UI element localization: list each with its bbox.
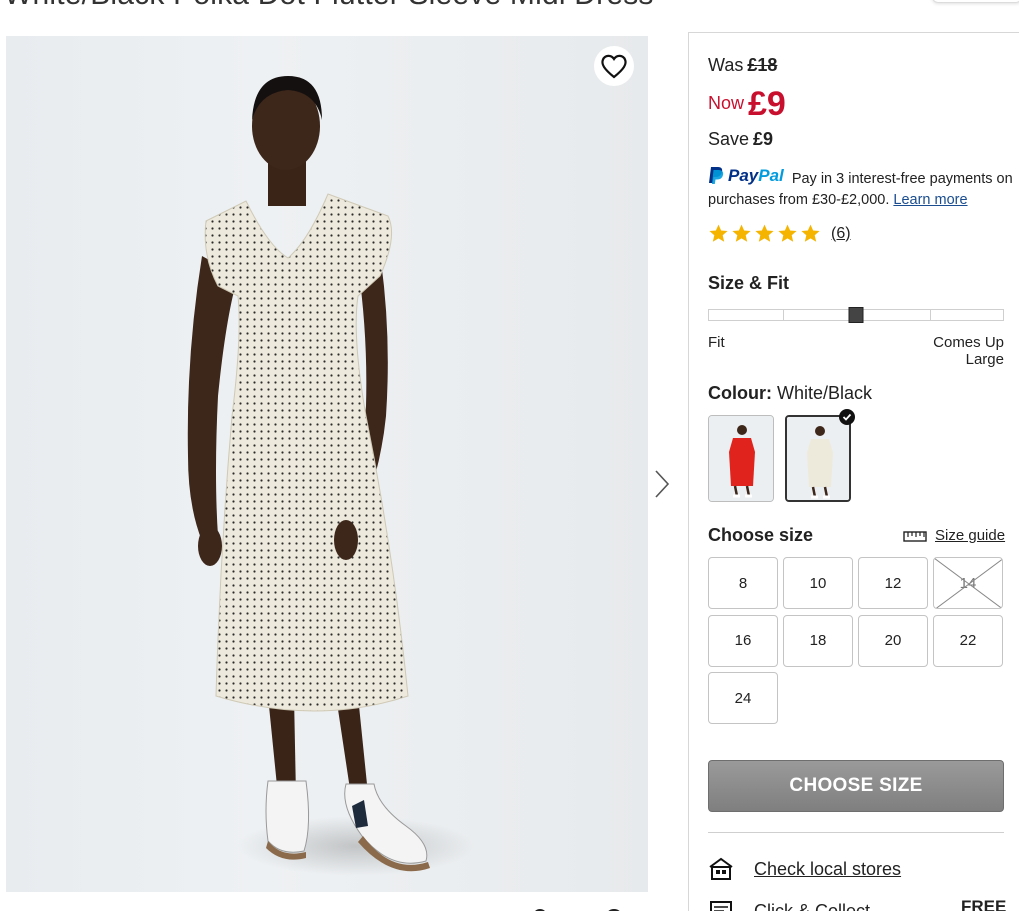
size-option-14[interactable]: 14: [933, 557, 1003, 609]
was-price: Was £18: [708, 55, 777, 76]
size-option-8[interactable]: 8: [708, 557, 778, 609]
gallery-toolbar: [530, 902, 630, 911]
star-icon: [801, 224, 820, 242]
click-collect-row[interactable]: Click & Collect: [708, 899, 870, 911]
chevron-right-icon: [655, 470, 670, 498]
paypal-message: PayPal Pay in 3 interest-free payments o…: [708, 165, 1013, 211]
next-image-button[interactable]: [651, 466, 673, 502]
size-option-24[interactable]: 24: [708, 672, 778, 724]
store-icon: [709, 857, 733, 880]
ruler-icon: [903, 530, 927, 542]
choose-size-title: Choose size: [708, 525, 814, 545]
purchase-panel: Was £18 Now £9 Save £9 PayPal Pay in 3 inte…: [688, 32, 1019, 911]
size-label: 18: [809, 632, 827, 649]
scale-divider: [929, 310, 931, 320]
size-guide-label: Size guide: [935, 527, 1006, 544]
size-label: 16: [734, 632, 752, 649]
size-option-18[interactable]: 18: [783, 614, 853, 667]
check-local-stores[interactable]: Check local stores: [708, 857, 901, 881]
size-label: 24: [734, 689, 752, 707]
now-price: Now £9: [708, 85, 786, 124]
star-icon: [732, 224, 751, 242]
click-collect-label: Click & Collect: [754, 900, 871, 911]
star-icon: [755, 224, 774, 242]
click-collect-price: FREE: [961, 897, 1007, 911]
size-label: 12: [884, 574, 902, 592]
size-option-20[interactable]: 20: [858, 614, 928, 667]
colour-value: White/Black: [777, 383, 873, 403]
learn-more-link[interactable]: Learn more: [893, 192, 967, 208]
rating-stars[interactable]: (6): [708, 223, 851, 244]
size-guide-link[interactable]: Size guide: [903, 527, 1005, 544]
save-amount: Save £9: [708, 129, 773, 150]
size-option-10[interactable]: 10: [783, 557, 853, 609]
save-label: Save: [708, 129, 750, 149]
was-label: Was: [708, 55, 744, 75]
was-value: £18: [747, 55, 778, 75]
selected-check-icon: [839, 409, 855, 425]
size-option-12[interactable]: 12: [858, 557, 928, 609]
colour-label: Colour: White/Black: [708, 383, 872, 404]
unavailable-cross-icon: [934, 558, 1002, 608]
wishlist-button[interactable]: [594, 46, 634, 86]
fit-right-label: Comes Up Large: [933, 334, 1004, 368]
swatch-white-black[interactable]: [785, 415, 851, 502]
size-label: 20: [884, 632, 902, 649]
header-tab[interactable]: [932, 0, 1019, 3]
review-count-link[interactable]: (6): [831, 225, 851, 243]
size-option-16[interactable]: 16: [708, 614, 778, 667]
size-fit-title: Size & Fit: [708, 273, 790, 293]
star-icon: [778, 224, 797, 242]
swatch-thumbnail: [709, 416, 773, 501]
size-label: 10: [809, 574, 827, 592]
choose-size-button[interactable]: CHOOSE SIZE: [708, 760, 1004, 812]
fit-left-label: Fit: [708, 334, 725, 351]
size-option-22[interactable]: 22: [933, 614, 1003, 667]
paypal-icon: [709, 167, 724, 184]
swatch-red[interactable]: [708, 415, 774, 502]
colour-title: Colour:: [708, 383, 772, 403]
heart-outline-icon: [601, 54, 627, 79]
fit-marker: [848, 307, 864, 323]
paypal-pay: Pay: [728, 166, 759, 185]
now-value: £9: [748, 85, 786, 123]
divider: [708, 832, 1004, 833]
product-title: White/Black Polka Dot Flutter Sleeve Mid…: [4, 0, 654, 12]
paypal-logo: PayPal: [708, 165, 784, 186]
save-value: £9: [753, 129, 774, 149]
star-icon: [709, 224, 728, 242]
size-label: 8: [738, 574, 748, 592]
paypal-pal: Pal: [758, 166, 784, 185]
check-local-stores-label: Check local stores: [754, 858, 902, 879]
product-image[interactable]: [6, 36, 648, 892]
swatch-thumbnail: [787, 417, 849, 500]
size-fit-scale: [708, 307, 1004, 323]
scale-divider: [782, 310, 784, 320]
now-label: Now: [708, 93, 745, 113]
size-label: 22: [959, 632, 977, 649]
model-figure: [187, 76, 430, 872]
click-collect-icon: [710, 901, 732, 911]
